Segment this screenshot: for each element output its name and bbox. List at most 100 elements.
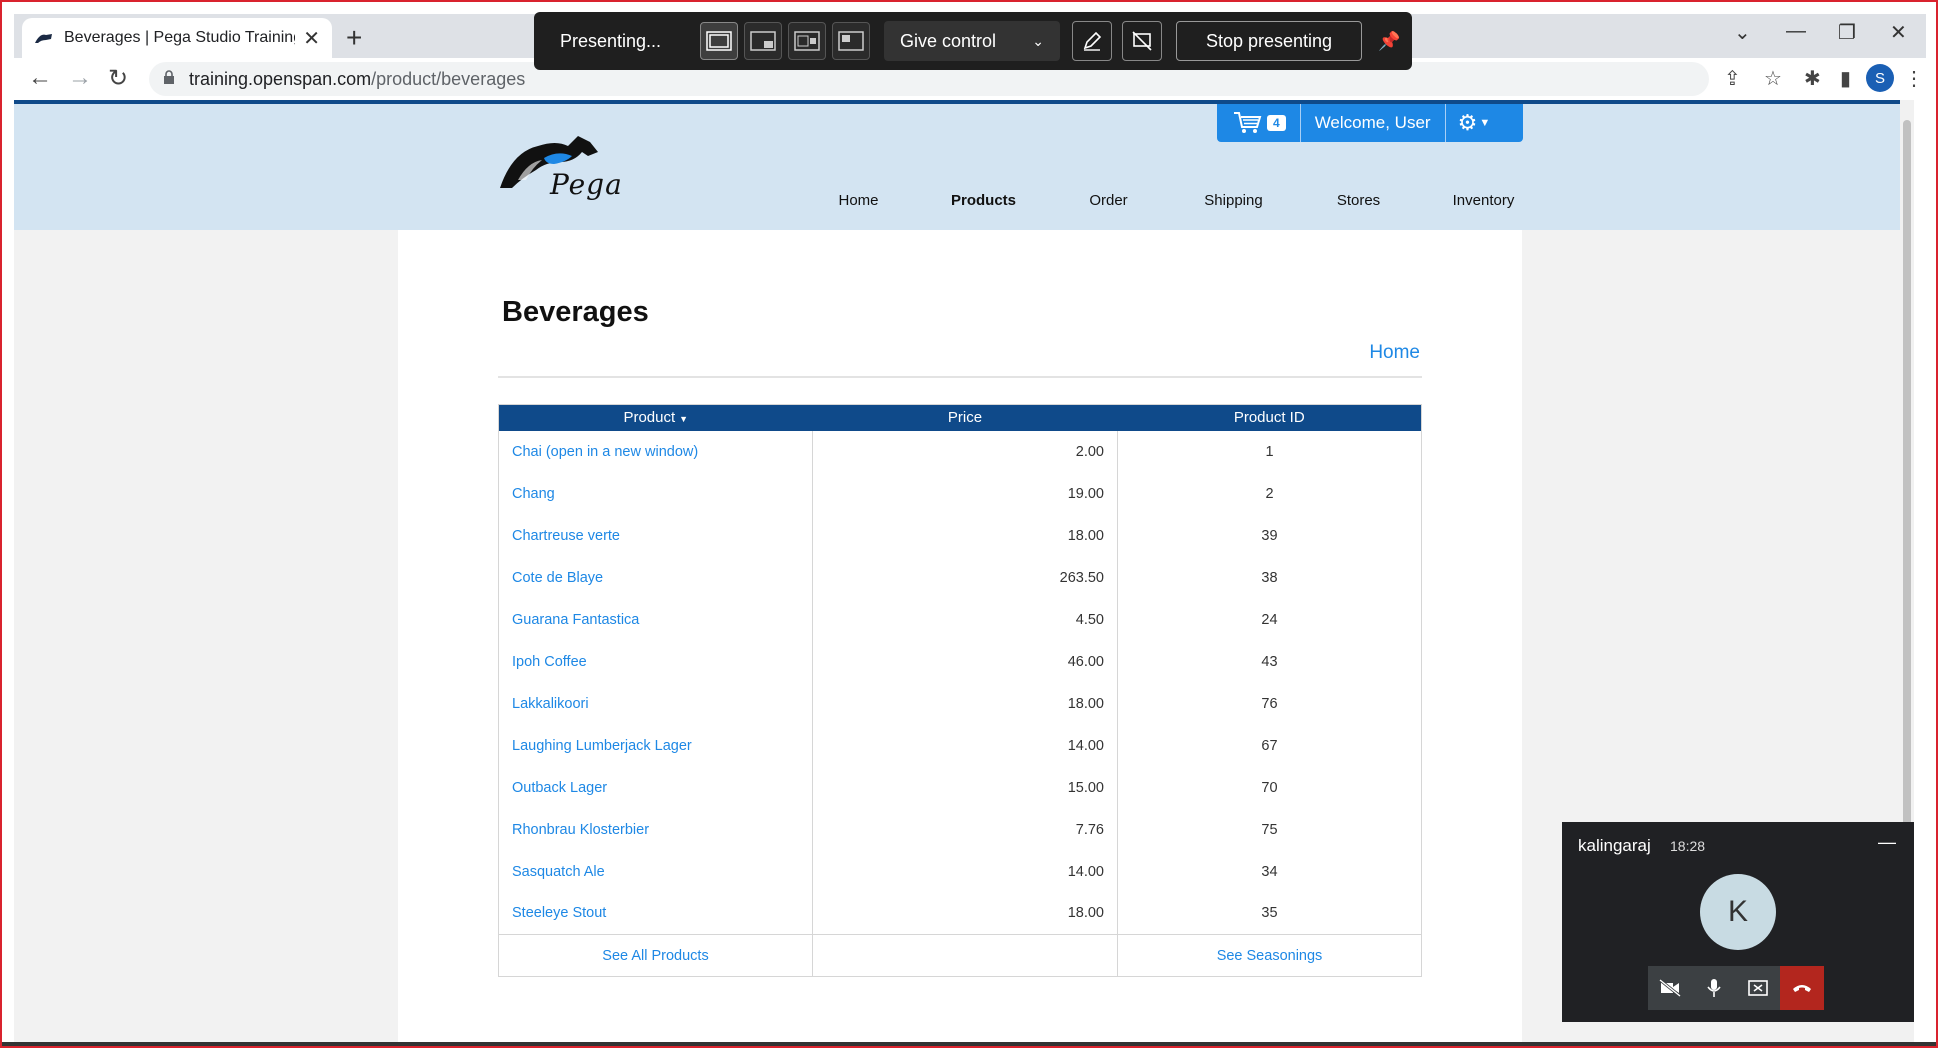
nav-stores[interactable]: Stores [1296, 192, 1421, 209]
main-nav: Home Products Order Shipping Stores Inve… [796, 192, 1546, 209]
hang-up-icon [1793, 985, 1811, 992]
extensions-icon[interactable]: ✱ [1804, 66, 1821, 91]
forward-icon[interactable]: → [68, 64, 92, 92]
product-id-cell: 1 [1117, 430, 1422, 473]
table-row: Outback Lager 15.00 70 [498, 766, 1422, 809]
browser-tab[interactable]: Beverages | Pega Studio Training ✕ [22, 18, 332, 58]
table-row: Cote de Blaye 263.50 38 [498, 556, 1422, 599]
settings-menu-button[interactable]: ⚙ ▼ [1446, 110, 1503, 136]
layout-fullscreen-icon [706, 31, 732, 51]
back-icon[interactable]: ← [28, 64, 52, 92]
close-tab-icon[interactable]: ✕ [303, 26, 320, 51]
divider [498, 376, 1422, 378]
product-link[interactable]: Chang [498, 472, 813, 515]
layout-side-button[interactable] [788, 22, 826, 60]
price-cell: 15.00 [812, 766, 1118, 809]
bookmark-star-icon[interactable]: ☆ [1764, 66, 1782, 91]
see-seasonings-link[interactable]: See Seasonings [1117, 934, 1422, 977]
give-control-dropdown[interactable]: Give control ⌄ [884, 21, 1060, 61]
layout-pip-button[interactable] [744, 22, 782, 60]
nav-products[interactable]: Products [921, 192, 1046, 209]
profile-avatar[interactable]: S [1866, 64, 1894, 92]
layout-fullscreen-button[interactable] [700, 22, 738, 60]
column-header-product-id[interactable]: Product ID [1117, 404, 1422, 431]
presenting-status: Presenting... [560, 30, 662, 51]
table-row: Sasquatch Ale 14.00 34 [498, 850, 1422, 893]
price-cell: 19.00 [812, 472, 1118, 515]
sort-caret-icon: ▼ [679, 414, 689, 425]
user-toolbar: 4 Welcome, User ⚙ ▼ [1217, 104, 1523, 142]
side-panel-icon[interactable]: ▮ [1840, 66, 1851, 91]
call-time: 18:28 [1670, 838, 1706, 854]
price-cell: 18.00 [812, 682, 1118, 725]
stop-annotations-button[interactable] [1122, 21, 1162, 61]
nav-shipping[interactable]: Shipping [1171, 192, 1296, 209]
presenting-bar: Presenting... Give control ⌄ Stop presen… [534, 12, 1412, 70]
menu-kebab-icon[interactable]: ⋮ [1904, 66, 1924, 91]
price-cell: 263.50 [812, 556, 1118, 599]
layout-corner-icon [838, 31, 864, 51]
table-row: Laughing Lumberjack Lager 14.00 67 [498, 724, 1422, 767]
product-link[interactable]: Chartreuse verte [498, 514, 813, 557]
table-row: Lakkalikoori 18.00 76 [498, 682, 1422, 725]
stop-presenting-button[interactable]: Stop presenting [1176, 21, 1362, 61]
product-link[interactable]: Guarana Fantastica [498, 598, 813, 641]
annotate-pen-button[interactable] [1072, 21, 1112, 61]
page-title: Beverages [502, 296, 649, 328]
taskbar-edge [2, 1042, 1936, 1046]
cart-button[interactable]: 4 [1217, 104, 1301, 142]
column-header-price[interactable]: Price [812, 404, 1118, 431]
mic-toggle-button[interactable] [1692, 966, 1736, 1010]
price-cell: 46.00 [812, 640, 1118, 683]
product-id-cell: 70 [1117, 766, 1422, 809]
pega-logo[interactable]: Pega [498, 132, 628, 201]
product-link[interactable]: Laughing Lumberjack Lager [498, 724, 813, 767]
tab-search-icon[interactable]: ⌄ [1734, 20, 1751, 45]
camera-off-icon [1659, 979, 1681, 997]
layout-pip-icon [750, 31, 776, 51]
product-link[interactable]: Sasquatch Ale [498, 850, 813, 893]
product-link[interactable]: Outback Lager [498, 766, 813, 809]
product-link[interactable]: Chai (open in a new window) [498, 430, 813, 473]
nav-home[interactable]: Home [796, 192, 921, 209]
layout-corner-button[interactable] [832, 22, 870, 60]
call-controls [1648, 966, 1824, 1010]
products-table: Product ▼ Price Product ID Chai (open in … [498, 404, 1422, 977]
minimize-call-icon[interactable]: — [1878, 832, 1896, 853]
product-id-cell: 76 [1117, 682, 1422, 725]
nav-inventory[interactable]: Inventory [1421, 192, 1546, 209]
new-tab-icon[interactable]: + [346, 22, 362, 54]
product-link[interactable]: Lakkalikoori [498, 682, 813, 725]
call-widget: kalingaraj 18:28 — K [1562, 822, 1914, 1022]
product-link[interactable]: Rhonbrau Klosterbier [498, 808, 813, 851]
product-link[interactable]: Ipoh Coffee [498, 640, 813, 683]
reload-icon[interactable]: ↻ [108, 64, 128, 93]
cart-count-badge: 4 [1267, 115, 1286, 131]
home-link[interactable]: Home [1369, 342, 1420, 364]
minimize-icon[interactable]: — [1786, 20, 1806, 43]
pin-icon[interactable]: 📌 [1378, 31, 1400, 52]
footer-empty-cell [812, 934, 1118, 977]
table-body: Chai (open in a new window) 2.00 1 Chang 19… [498, 430, 1422, 977]
product-id-cell: 43 [1117, 640, 1422, 683]
price-cell: 14.00 [812, 724, 1118, 767]
screen-share-off-icon [1132, 31, 1152, 51]
column-header-product[interactable]: Product ▼ [498, 404, 813, 431]
share-icon[interactable]: ⇪ [1724, 66, 1741, 91]
restore-icon[interactable]: ❐ [1838, 20, 1856, 45]
product-id-cell: 39 [1117, 514, 1422, 557]
caller-name: kalingaraj [1578, 836, 1651, 855]
nav-order[interactable]: Order [1046, 192, 1171, 209]
see-all-products-link[interactable]: See All Products [498, 934, 813, 977]
close-window-icon[interactable]: ✕ [1890, 20, 1907, 45]
price-cell: 14.00 [812, 850, 1118, 893]
camera-toggle-button[interactable] [1648, 966, 1692, 1010]
table-row: Steeleye Stout 18.00 35 [498, 892, 1422, 935]
product-link[interactable]: Cote de Blaye [498, 556, 813, 599]
product-id-cell: 2 [1117, 472, 1422, 515]
welcome-user[interactable]: Welcome, User [1301, 104, 1446, 142]
end-call-button[interactable] [1780, 966, 1824, 1010]
stop-share-button[interactable] [1736, 966, 1780, 1010]
column-header-label: Product [623, 409, 676, 427]
product-link[interactable]: Steeleye Stout [498, 892, 813, 935]
